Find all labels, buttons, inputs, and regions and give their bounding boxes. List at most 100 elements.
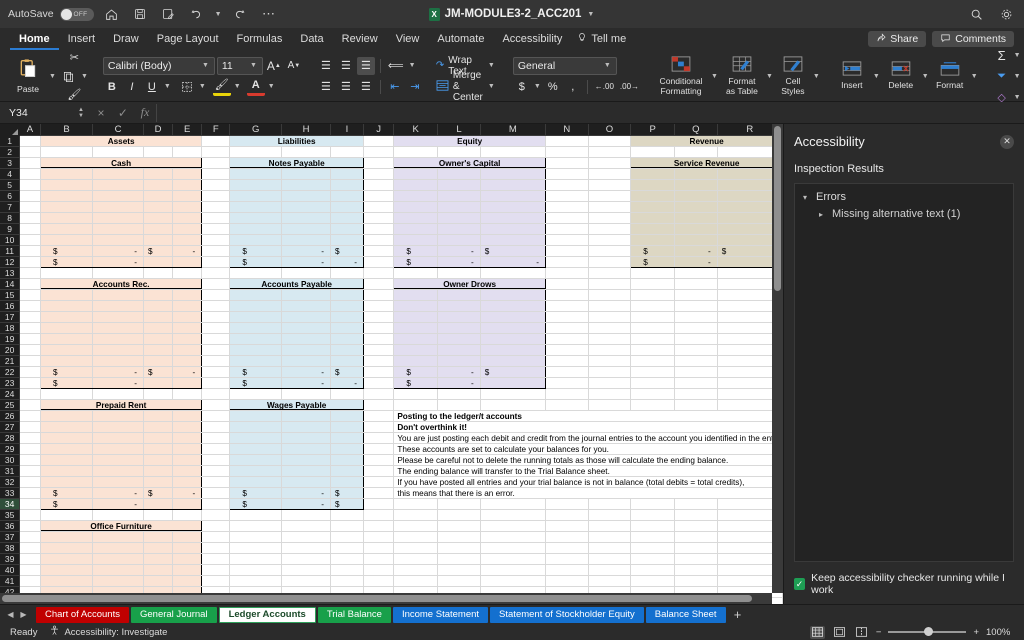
paste-button[interactable]: Paste [11, 53, 45, 99]
cell-L9[interactable] [437, 223, 481, 235]
debit-total-symbol[interactable]: $ [40, 487, 94, 499]
cell-M19[interactable] [480, 333, 546, 345]
cell-Q13[interactable] [674, 267, 718, 279]
cell-E13[interactable] [172, 267, 203, 279]
cell-C27[interactable] [92, 421, 144, 433]
cell-P36[interactable] [630, 520, 676, 532]
row-header-31[interactable]: 31 [0, 465, 21, 477]
cell-A17[interactable] [19, 311, 42, 323]
cell-O17[interactable] [588, 311, 632, 323]
cell-E7[interactable] [172, 201, 203, 213]
cell-M5[interactable] [480, 179, 546, 191]
cell-O18[interactable] [588, 322, 632, 334]
debit-total-symbol[interactable]: $ [630, 245, 676, 257]
cell-O40[interactable] [588, 564, 632, 576]
row-header-6[interactable]: 6 [0, 190, 21, 202]
cell-J6[interactable] [363, 190, 395, 202]
keep-checker-checkbox[interactable]: ✓ [794, 578, 806, 590]
cell-L40[interactable] [437, 564, 481, 576]
cell-K35[interactable] [393, 509, 439, 521]
cell-Q7[interactable] [674, 201, 718, 213]
cell-D30[interactable] [143, 454, 174, 466]
account-title-accounts-payable[interactable]: Accounts Payable [229, 278, 364, 290]
cell-F19[interactable] [201, 333, 231, 345]
ending-balance-symbol[interactable]: $ [630, 256, 676, 268]
cell-N25[interactable] [545, 399, 589, 411]
cell-D6[interactable] [143, 190, 174, 202]
instruction-line-4[interactable]: These accounts are set to calculate your… [393, 443, 783, 455]
cell-B20[interactable] [40, 344, 94, 356]
cell-D12[interactable] [143, 256, 174, 268]
row-header-2[interactable]: 2 [0, 146, 21, 158]
cell-B10[interactable] [40, 234, 94, 246]
sheet-tab-chart-of-accounts[interactable]: Chart of Accounts [36, 606, 129, 623]
ending-balance-value[interactable]: - [437, 377, 481, 389]
cell-F9[interactable] [201, 223, 231, 235]
cell-B41[interactable] [40, 575, 94, 587]
chevron-down-icon[interactable]: ▼ [249, 62, 258, 69]
cell-N18[interactable] [545, 322, 589, 334]
cell-H39[interactable] [281, 553, 331, 565]
cell-O16[interactable] [588, 300, 632, 312]
cell-C17[interactable] [92, 311, 144, 323]
cell-M7[interactable] [480, 201, 546, 213]
cell-P18[interactable] [630, 322, 676, 334]
cell-H37[interactable] [281, 531, 331, 543]
cell-E2[interactable] [172, 146, 203, 158]
cell-A31[interactable] [19, 465, 42, 477]
instruction-line-6[interactable]: The ending balance will transfer to the … [393, 465, 783, 477]
cell-L5[interactable] [437, 179, 481, 191]
cell-G19[interactable] [229, 333, 283, 345]
cell-Q37[interactable] [674, 531, 718, 543]
cell-B19[interactable] [40, 333, 94, 345]
cell-G24[interactable] [229, 388, 283, 400]
cell-Q16[interactable] [674, 300, 718, 312]
cell-A32[interactable] [19, 476, 42, 488]
format-dropdown-icon[interactable]: ▼ [970, 73, 979, 80]
comments-button[interactable]: Comments [932, 31, 1014, 47]
conditional-formatting-button[interactable]: Conditional Formatting [655, 53, 707, 99]
cell-J20[interactable] [363, 344, 395, 356]
debit-total-value[interactable]: - [281, 487, 331, 499]
cell-P39[interactable] [630, 553, 676, 565]
column-header-M[interactable]: M [480, 124, 546, 136]
cell-A4[interactable] [19, 168, 42, 180]
cell-G28[interactable] [229, 432, 283, 444]
cell-Q8[interactable] [674, 212, 718, 224]
cell-F41[interactable] [201, 575, 231, 587]
cell-I35[interactable] [330, 509, 364, 521]
cell-A13[interactable] [19, 267, 42, 279]
cell-F32[interactable] [201, 476, 231, 488]
cell-C26[interactable] [92, 410, 144, 422]
cell-A24[interactable] [19, 388, 42, 400]
cell-A9[interactable] [19, 223, 42, 235]
conditional-formatting-dropdown-icon[interactable]: ▼ [710, 73, 719, 80]
cell-N37[interactable] [545, 531, 589, 543]
column-header-L[interactable]: L [437, 124, 481, 136]
tell-me-box[interactable]: Tell me [571, 32, 626, 46]
fill-color-icon[interactable]: 🖌 [212, 78, 231, 96]
instruction-line-8[interactable]: this means that there is an error. [393, 487, 783, 499]
cell-J33[interactable] [363, 487, 395, 499]
cell-P34[interactable] [630, 498, 676, 510]
cell-N5[interactable] [545, 179, 589, 191]
cell-C38[interactable] [92, 542, 144, 554]
cell-G40[interactable] [229, 564, 283, 576]
cell-O41[interactable] [588, 575, 632, 587]
ending-balance-symbol[interactable]: $ [40, 377, 94, 389]
decrease-indent-icon[interactable]: ⇤ [386, 78, 404, 96]
ending-balance-symbol[interactable]: $ [393, 256, 439, 268]
cell-E32[interactable] [172, 476, 203, 488]
debit-total-value[interactable]: - [674, 245, 718, 257]
cell-P37[interactable] [630, 531, 676, 543]
enter-formula-icon[interactable]: ✓ [112, 106, 134, 120]
cell-E9[interactable] [172, 223, 203, 235]
debit-total-value[interactable]: - [437, 366, 481, 378]
column-header-F[interactable]: F [201, 124, 231, 136]
column-header-O[interactable]: O [588, 124, 632, 136]
cell-A19[interactable] [19, 333, 42, 345]
cell-J13[interactable] [363, 267, 395, 279]
cell-H28[interactable] [281, 432, 331, 444]
cell-I34[interactable]: $ [330, 498, 364, 510]
cell-E24[interactable] [172, 388, 203, 400]
